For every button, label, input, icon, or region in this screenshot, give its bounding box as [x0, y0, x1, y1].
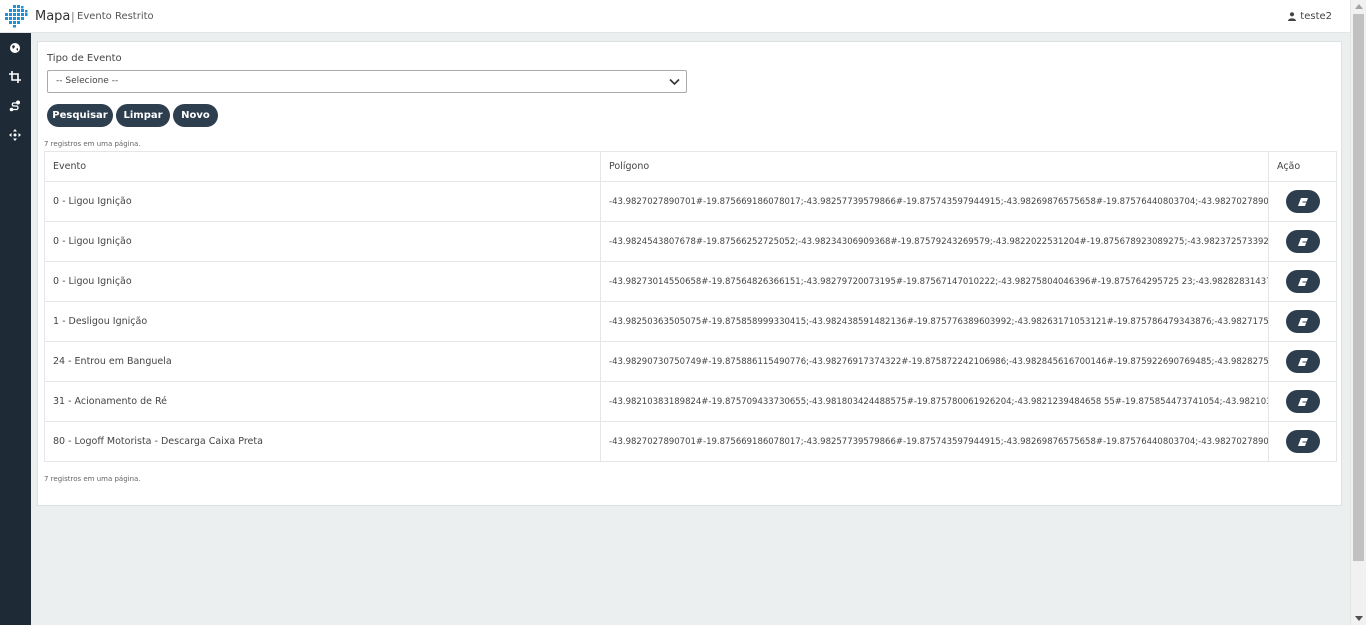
records-count-bottom: 7 registros em uma página. — [44, 475, 141, 483]
cell-evento: 80 - Logoff Motorista - Descarga Caixa P… — [44, 421, 601, 462]
table-row: 80 - Logoff Motorista - Descarga Caixa P… — [44, 421, 1337, 462]
cell-evento: 31 - Acionamento de Ré — [44, 381, 601, 422]
cell-poligono: -43.98250363505075#-19.875858999330415;-… — [600, 301, 1269, 342]
cell-evento: 24 - Entrou em Banguela — [44, 341, 601, 382]
eraser-icon — [1297, 397, 1308, 406]
table-header-row: Evento Polígono Ação — [44, 151, 1337, 182]
table-row: 31 - Acionamento de Ré -43.9821038318982… — [44, 381, 1337, 422]
scrollbar-thumb[interactable] — [1353, 14, 1364, 561]
events-table: Evento Polígono Ação 0 - Ligou Ignição -… — [44, 151, 1337, 462]
new-button[interactable]: Novo — [173, 104, 218, 127]
user-menu[interactable]: teste2 — [1288, 11, 1332, 22]
top-header: Mapa | Evento Restrito teste2 — [0, 0, 1350, 33]
move-icon[interactable] — [8, 128, 22, 142]
table-row: 0 - Ligou Ignição -43.9824543807678#-19.… — [44, 221, 1337, 262]
table-row: 1 - Desligou Ignição -43.98250363505075#… — [44, 301, 1337, 342]
cell-poligono: -43.9827027890701#-19.875669186078017;-4… — [600, 181, 1269, 222]
search-panel: Tipo de Evento -- Selecione -- Pesquisar… — [37, 41, 1342, 506]
cell-evento: 0 - Ligou Ignição — [44, 181, 601, 222]
table-row: 0 - Ligou Ignição -43.9827027890701#-19.… — [44, 181, 1337, 222]
eraser-icon — [1297, 277, 1308, 286]
cell-poligono: -43.9824543807678#-19.87566252725052;-43… — [600, 221, 1269, 262]
edit-button[interactable] — [1285, 350, 1320, 373]
eraser-icon — [1297, 357, 1308, 366]
sidebar — [0, 33, 31, 625]
eraser-icon — [1297, 197, 1308, 206]
user-name: teste2 — [1300, 11, 1332, 22]
edit-button[interactable] — [1285, 190, 1320, 213]
table-row: 0 - Ligou Ignição -43.98273014550658#-19… — [44, 261, 1337, 302]
edit-button[interactable] — [1285, 310, 1320, 333]
logo-icon[interactable] — [4, 4, 28, 28]
records-count-top: 7 registros em uma página. — [44, 140, 141, 148]
column-header-acao: Ação — [1268, 151, 1337, 182]
clear-button[interactable]: Limpar — [116, 104, 170, 127]
route-icon[interactable] — [8, 99, 22, 113]
eraser-icon — [1297, 437, 1308, 446]
column-header-evento[interactable]: Evento — [44, 151, 601, 182]
cell-evento: 1 - Desligou Ignição — [44, 301, 601, 342]
page-title: Evento Restrito — [77, 11, 154, 22]
chevron-down-icon — [669, 78, 680, 86]
cell-evento: 0 - Ligou Ignição — [44, 261, 601, 302]
scroll-down-arrow-icon[interactable] — [1355, 616, 1363, 621]
cell-poligono: -43.98273014550658#-19.87564826366151;-4… — [600, 261, 1269, 302]
globe-icon[interactable] — [8, 41, 22, 55]
vertical-scrollbar[interactable] — [1350, 0, 1366, 625]
search-button[interactable]: Pesquisar — [47, 104, 113, 127]
edit-button[interactable] — [1285, 230, 1320, 253]
user-icon — [1288, 12, 1297, 21]
title-separator: | — [71, 10, 75, 23]
cell-poligono: -43.98210383189824#-19.875709433730655;-… — [600, 381, 1269, 422]
crop-icon[interactable] — [8, 70, 22, 84]
event-type-label: Tipo de Evento — [47, 53, 122, 64]
column-header-poligono[interactable]: Polígono — [600, 151, 1269, 182]
edit-button[interactable] — [1285, 270, 1320, 293]
eraser-icon — [1297, 317, 1308, 326]
cell-evento: 0 - Ligou Ignição — [44, 221, 601, 262]
edit-button[interactable] — [1285, 430, 1320, 453]
scroll-up-arrow-icon[interactable] — [1355, 4, 1363, 9]
event-type-selected-value: -- Selecione -- — [56, 76, 119, 86]
app-title[interactable]: Mapa — [35, 9, 70, 24]
event-type-select[interactable]: -- Selecione -- — [47, 70, 687, 93]
table-row: 24 - Entrou em Banguela -43.982907307507… — [44, 341, 1337, 382]
eraser-icon — [1297, 237, 1308, 246]
cell-poligono: -43.98290730750749#-19.875886115490776;-… — [600, 341, 1269, 382]
edit-button[interactable] — [1285, 390, 1320, 413]
cell-poligono: -43.9827027890701#-19.875669186078017;-4… — [600, 421, 1269, 462]
